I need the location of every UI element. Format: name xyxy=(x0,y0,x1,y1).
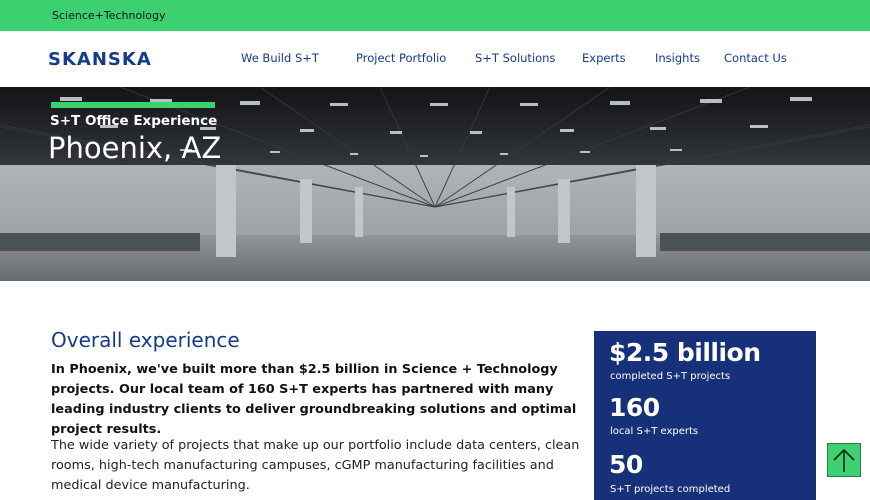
page-title: Phoenix, AZ xyxy=(48,131,222,165)
stats-panel: $2.5 billion completed S+T projects 160 … xyxy=(594,331,816,500)
nav-insights[interactable]: Insights xyxy=(655,51,700,65)
stat-value-projects-value: $2.5 billion xyxy=(609,338,761,367)
hero-kicker: S+T Office Experience xyxy=(50,113,218,129)
body-paragraph: The wide variety of projects that make u… xyxy=(51,438,580,493)
topbar-label[interactable]: Science+Technology xyxy=(52,9,165,22)
nav-we-build[interactable]: We Build S+T xyxy=(241,51,319,65)
nav-experts[interactable]: Experts xyxy=(582,51,626,65)
lead-paragraph: In Phoenix, we've built more than $2.5 b… xyxy=(51,362,577,437)
stat-label-projects-value: completed S+T projects xyxy=(610,371,731,382)
stat-value-experts: 160 xyxy=(609,393,660,422)
top-bar: Science+Technology xyxy=(0,0,870,31)
skanska-logo[interactable]: SKANSKA xyxy=(48,49,152,70)
back-to-top-button[interactable] xyxy=(827,443,861,477)
nav-contact-us[interactable]: Contact Us xyxy=(724,51,787,65)
stat-label-projects-count: S+T projects completed xyxy=(610,484,731,495)
stat-label-experts: local S+T experts xyxy=(610,426,699,437)
hero-banner: S+T Office Experience Phoenix, AZ xyxy=(0,87,870,281)
section-title: Overall experience xyxy=(51,328,240,352)
main-navigation: SKANSKA We Build S+T Project Portfolio S… xyxy=(0,31,870,87)
arrow-up-icon xyxy=(833,448,855,472)
nav-solutions[interactable]: S+T Solutions xyxy=(475,51,555,65)
stat-value-projects-count: 50 xyxy=(609,450,643,479)
hero-accent-bar xyxy=(51,102,215,108)
nav-project-portfolio[interactable]: Project Portfolio xyxy=(356,51,446,65)
